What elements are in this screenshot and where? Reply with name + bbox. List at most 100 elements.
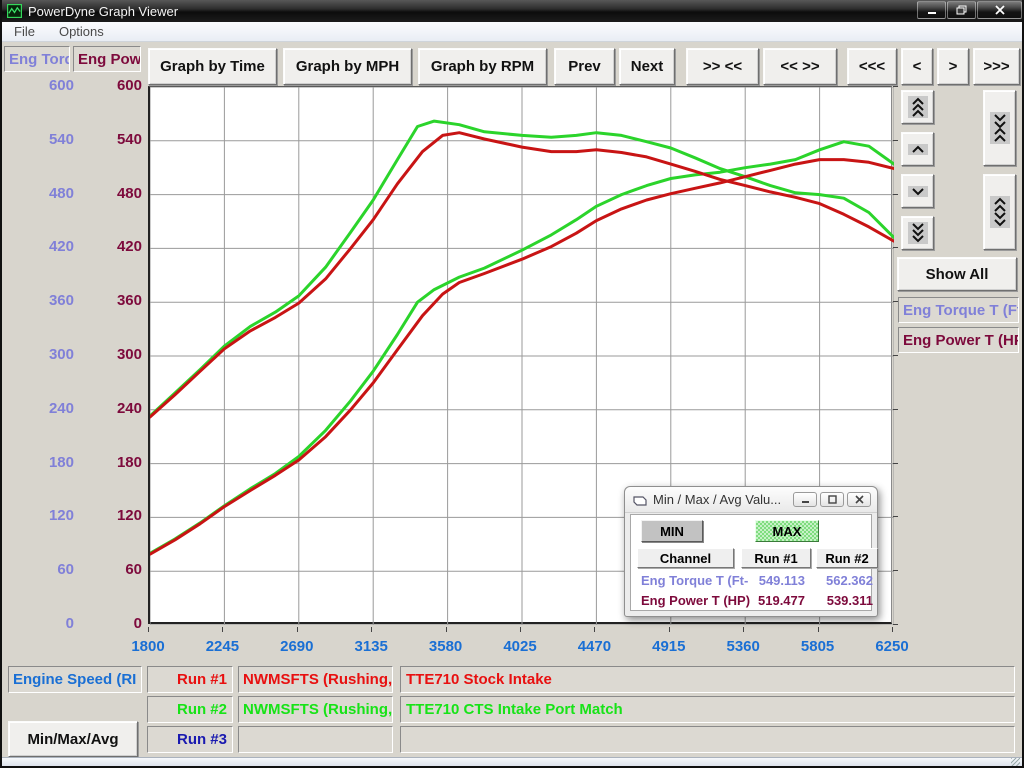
maximize-icon bbox=[956, 5, 967, 15]
window-title: PowerDyne Graph Viewer bbox=[28, 4, 178, 19]
minmax-window-icon bbox=[633, 494, 647, 506]
minmaxavg-button[interactable]: Min/Max/Avg bbox=[8, 721, 138, 757]
run2-file-box[interactable]: NWMSFTS (Rushing, bbox=[238, 696, 393, 723]
column-header-run1[interactable]: Run #1 bbox=[741, 548, 811, 568]
x-tick-mark bbox=[148, 627, 149, 632]
y-tick-label-power: 300 bbox=[78, 346, 142, 364]
y-tick-mark bbox=[893, 86, 898, 87]
y-tick-label-power: 480 bbox=[78, 185, 142, 203]
y-tick-label-torque: 600 bbox=[2, 77, 74, 95]
app-window: PowerDyne Graph Viewer File Options Eng … bbox=[0, 0, 1024, 768]
show-all-button[interactable]: Show All bbox=[897, 257, 1017, 291]
minmax-row-torque-run2: 562.362 bbox=[813, 573, 873, 588]
power-channel-label[interactable]: Eng Power T (HP bbox=[898, 327, 1019, 353]
axis-tab-power[interactable]: Eng Powe bbox=[73, 46, 141, 72]
x-tick-mark bbox=[892, 627, 893, 632]
minmax-window-title: Min / Max / Avg Valu... bbox=[653, 492, 781, 507]
scroll-right-button[interactable]: > bbox=[937, 48, 969, 85]
scroll-right-fast-button[interactable]: >>> bbox=[973, 48, 1020, 85]
x-tick-mark bbox=[520, 627, 521, 632]
prev-button[interactable]: Prev bbox=[554, 48, 615, 85]
engine-speed-label[interactable]: Engine Speed (RI bbox=[8, 666, 142, 693]
scroll-left-button[interactable]: < bbox=[901, 48, 933, 85]
y-scroll-up-fast-button[interactable] bbox=[901, 90, 934, 124]
menu-options[interactable]: Options bbox=[47, 24, 116, 39]
x-tick-label: 4470 bbox=[562, 638, 626, 655]
graph-by-mph-button[interactable]: Graph by MPH bbox=[283, 48, 412, 85]
minmax-close-button[interactable] bbox=[847, 492, 871, 507]
max-toggle-button[interactable]: MAX bbox=[755, 520, 819, 542]
run2-description-box[interactable]: TTE710 CTS Intake Port Match bbox=[400, 696, 1015, 723]
y-tick-mark bbox=[893, 355, 898, 356]
y-tick-mark bbox=[893, 247, 898, 248]
minmax-row-power-channel: Eng Power T (HP) bbox=[641, 593, 750, 608]
app-icon bbox=[7, 4, 22, 18]
minimize-icon bbox=[927, 6, 937, 15]
chevron-down-icon bbox=[908, 186, 928, 197]
y-tick-label-torque: 180 bbox=[2, 454, 74, 472]
x-tick-mark bbox=[446, 627, 447, 632]
y-tick-label-power: 600 bbox=[78, 77, 142, 95]
y-tick-label-power: 420 bbox=[78, 238, 142, 256]
x-tick-mark bbox=[594, 627, 595, 632]
x-tick-mark bbox=[222, 627, 223, 632]
next-button[interactable]: Next bbox=[619, 48, 675, 85]
run1-file-box[interactable]: NWMSFTS (Rushing, bbox=[238, 666, 393, 693]
y-tick-mark bbox=[893, 409, 898, 410]
y-tick-label-power: 180 bbox=[78, 454, 142, 472]
menu-bar: File Options bbox=[2, 22, 1022, 42]
y-tick-label-power: 360 bbox=[78, 292, 142, 310]
run3-file-box[interactable] bbox=[238, 726, 393, 753]
y-tick-label-power: 240 bbox=[78, 400, 142, 418]
minmax-restore-button[interactable] bbox=[820, 492, 844, 507]
y-scroll-up-button[interactable] bbox=[901, 132, 934, 166]
run1-description-box[interactable]: TTE710 Stock Intake bbox=[400, 666, 1015, 693]
minmax-row-power-run2: 539.311 bbox=[813, 593, 873, 608]
min-toggle-button[interactable]: MIN bbox=[641, 520, 703, 542]
close-icon bbox=[995, 5, 1005, 15]
column-header-channel[interactable]: Channel bbox=[637, 548, 734, 568]
y-scroll-down-fast-button[interactable] bbox=[901, 216, 934, 250]
torque-channel-label[interactable]: Eng Torque T (Ft bbox=[898, 297, 1019, 323]
y-scroll-down-button[interactable] bbox=[901, 174, 934, 208]
x-tick-mark bbox=[743, 627, 744, 632]
zoom-in-x-button[interactable]: >> << bbox=[686, 48, 759, 85]
minimize-icon bbox=[801, 496, 810, 504]
x-tick-label: 4915 bbox=[637, 638, 701, 655]
y-tick-label-power: 60 bbox=[78, 561, 142, 579]
minmax-window[interactable]: Min / Max / Avg Valu... MIN MAX Channel … bbox=[624, 486, 878, 617]
y-tick-mark bbox=[893, 140, 898, 141]
y-zoom-in-button[interactable] bbox=[983, 90, 1016, 166]
minimize-button[interactable] bbox=[917, 1, 946, 19]
y-tick-label-torque: 480 bbox=[2, 185, 74, 203]
x-tick-mark bbox=[669, 627, 670, 632]
resize-grip[interactable] bbox=[1011, 758, 1020, 766]
x-tick-mark bbox=[371, 627, 372, 632]
y-tick-label-torque: 360 bbox=[2, 292, 74, 310]
run3-description-box[interactable] bbox=[400, 726, 1015, 753]
minmax-title-bar[interactable]: Min / Max / Avg Valu... bbox=[625, 487, 877, 513]
close-button[interactable] bbox=[977, 1, 1022, 19]
graph-by-rpm-button[interactable]: Graph by RPM bbox=[418, 48, 547, 85]
axis-tab-torque[interactable]: Eng Torq bbox=[4, 46, 70, 72]
minmax-row-torque-channel: Eng Torque T (Ft- bbox=[641, 573, 748, 588]
y-tick-mark bbox=[893, 194, 898, 195]
y-tick-label-torque: 540 bbox=[2, 131, 74, 149]
y-tick-label-power: 120 bbox=[78, 507, 142, 525]
minmax-minimize-button[interactable] bbox=[793, 492, 817, 507]
column-header-run2[interactable]: Run #2 bbox=[816, 548, 878, 568]
title-bar[interactable]: PowerDyne Graph Viewer bbox=[0, 0, 1024, 22]
menu-file[interactable]: File bbox=[2, 24, 47, 39]
chevron-up-icon bbox=[908, 144, 928, 155]
y-zoom-out-button[interactable] bbox=[983, 174, 1016, 250]
y-tick-label-torque: 60 bbox=[2, 561, 74, 579]
y-tick-label-torque: 240 bbox=[2, 400, 74, 418]
x-tick-label: 1800 bbox=[116, 638, 180, 655]
y-tick-label-power: 0 bbox=[78, 615, 142, 633]
scroll-left-fast-button[interactable]: <<< bbox=[847, 48, 897, 85]
zoom-out-x-button[interactable]: << >> bbox=[763, 48, 837, 85]
y-tick-mark bbox=[893, 570, 898, 571]
x-tick-label: 3135 bbox=[339, 638, 403, 655]
maximize-button[interactable] bbox=[947, 1, 976, 19]
graph-by-time-button[interactable]: Graph by Time bbox=[148, 48, 277, 85]
